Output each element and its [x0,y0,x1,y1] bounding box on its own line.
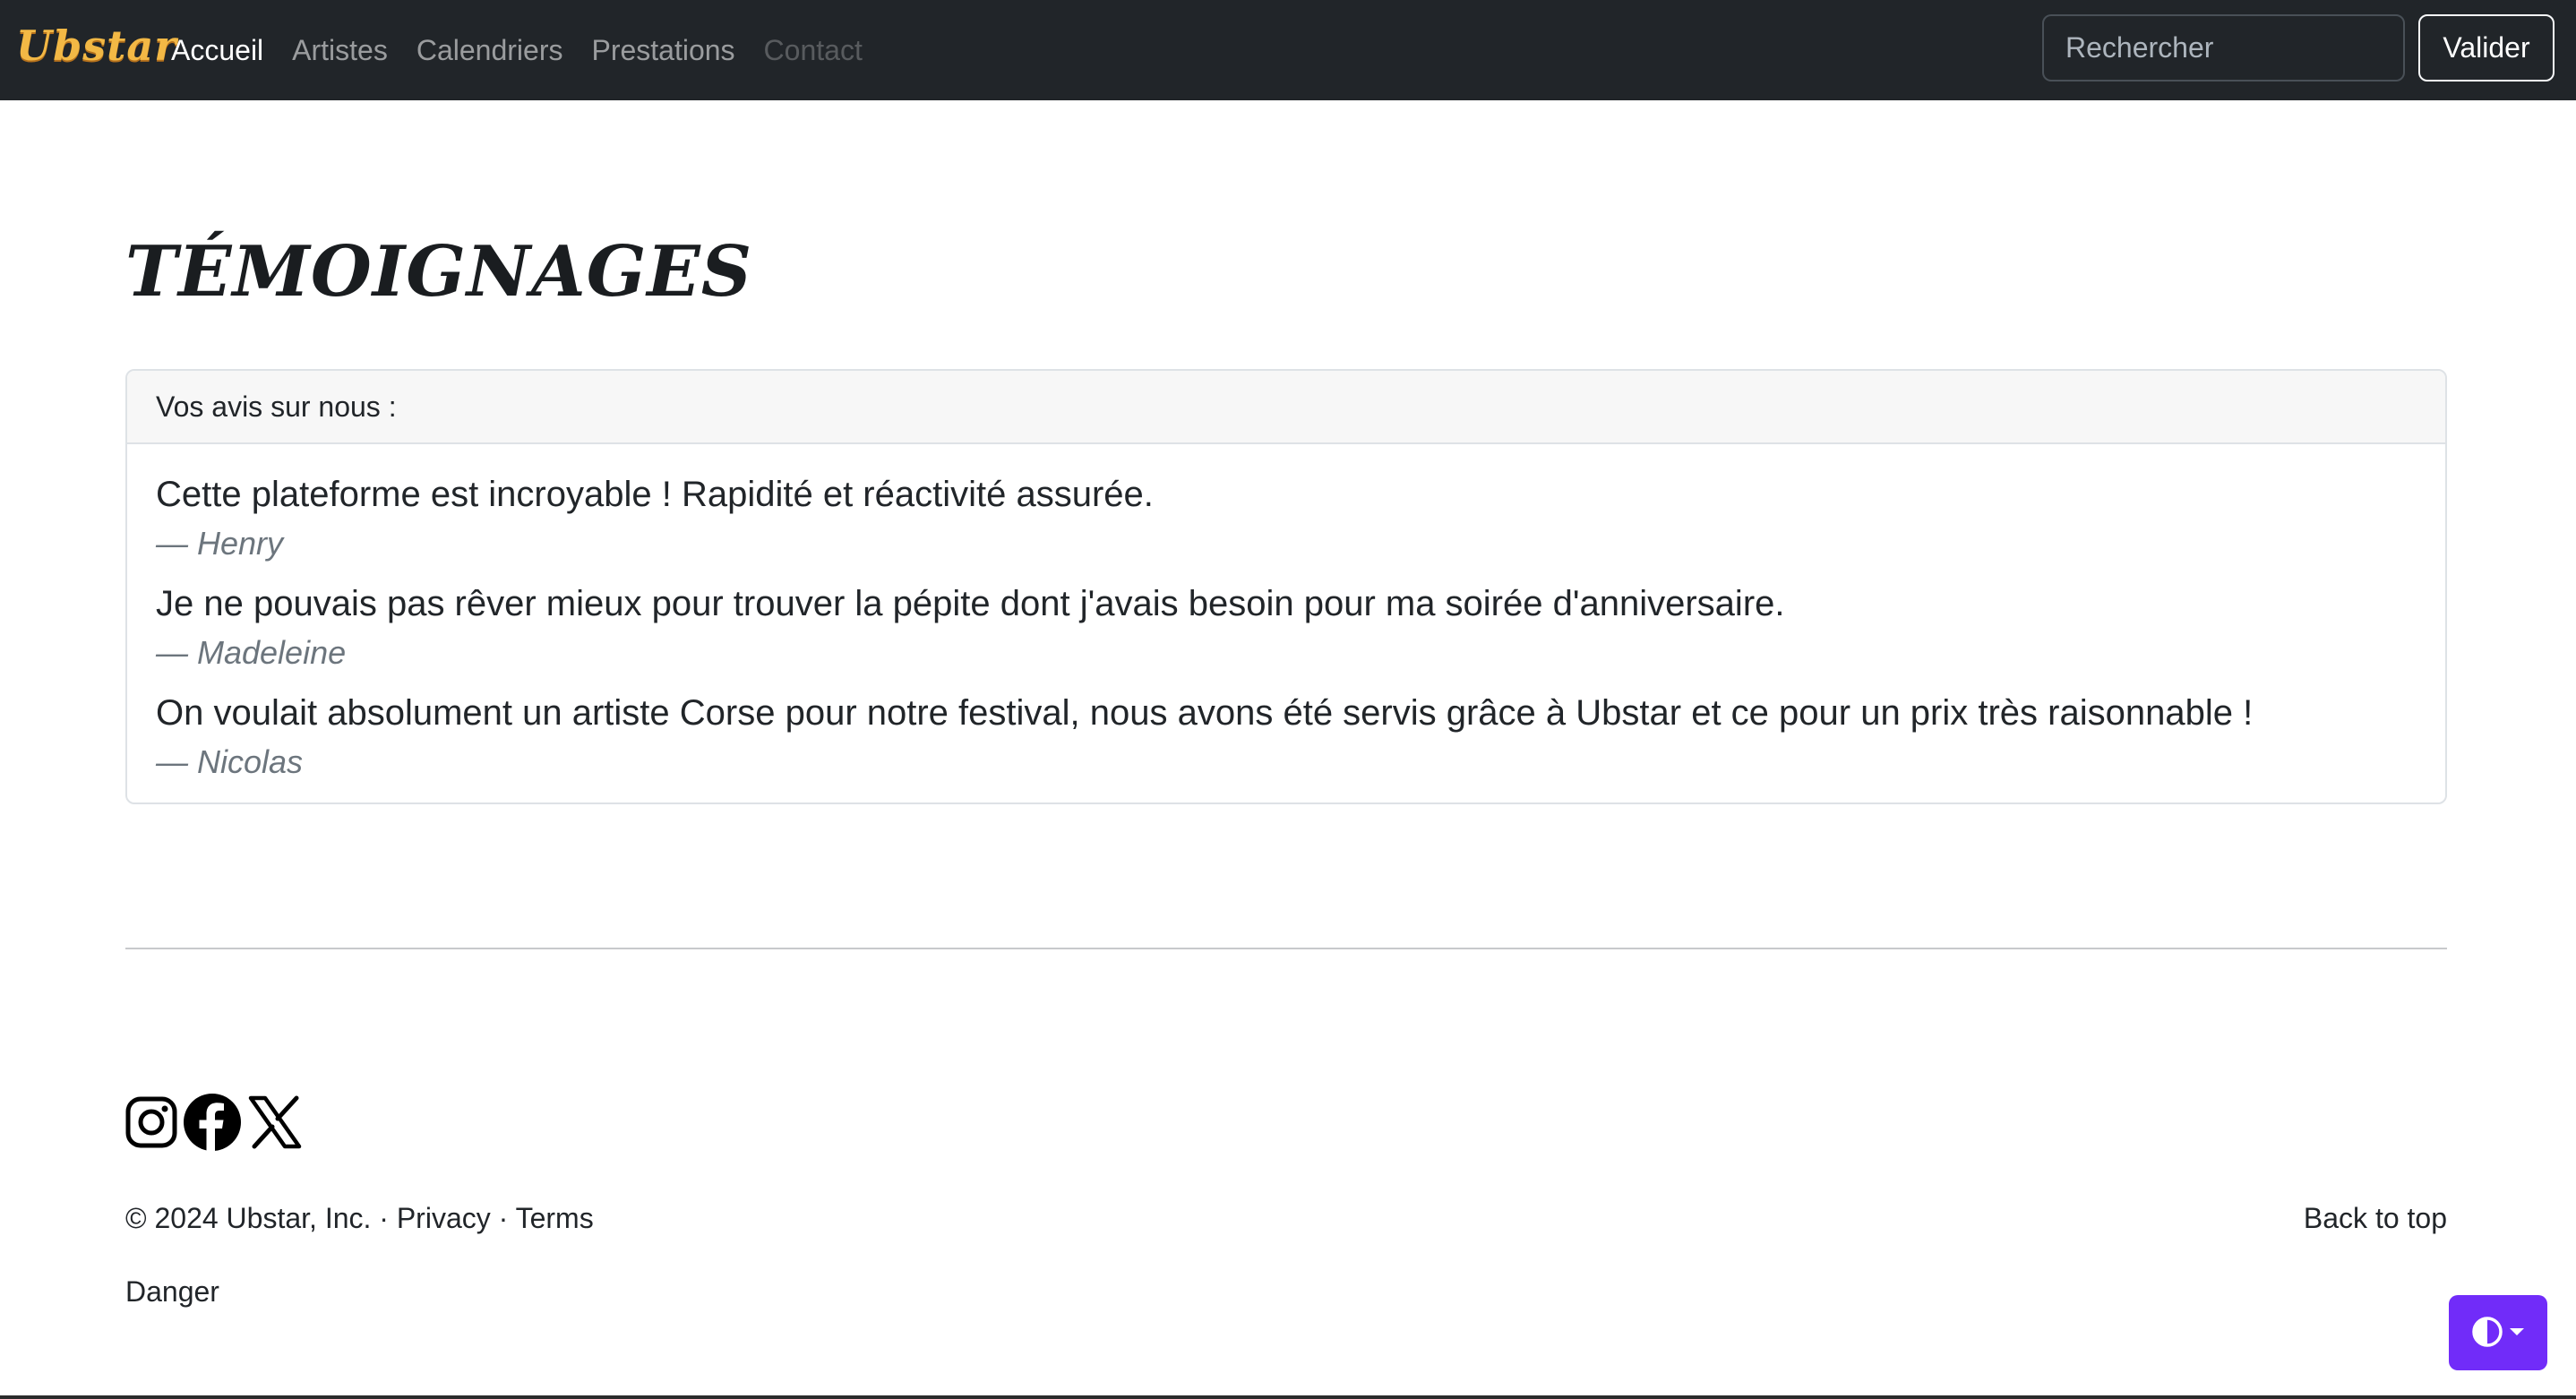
testimonial-quote: On voulait absolument un artiste Corse p… [156,693,2254,733]
x-icon[interactable] [247,1094,303,1154]
search-submit-button[interactable]: Valider [2418,14,2555,82]
nav-link-contact: Contact [763,33,863,66]
testimonial-author: — Nicolas [156,743,304,780]
testimonial-author: — Madeleine [156,634,347,671]
separator: · [490,1202,516,1234]
copyright-text: © 2024 Ubstar, Inc. [125,1202,372,1234]
testimonial-item: On voulait absolument un artiste Corse p… [156,691,2417,781]
testimonial-quote: Je ne pouvais pas rêver mieux pour trouv… [156,584,1785,623]
nav-link-artistes[interactable]: Artistes [292,34,388,67]
back-to-top-link[interactable]: Back to top [2304,1202,2447,1235]
search-input[interactable] [2042,14,2405,82]
social-links [125,1093,308,1156]
nav-links: Accueil Artistes Calendriers Prestations… [171,0,891,100]
danger-text: Danger [125,1275,219,1308]
brand-logo[interactable]: Ubstar [16,21,176,70]
testimonial-author: — Henry [156,525,284,562]
terms-link[interactable]: Terms [516,1202,594,1234]
page-title: TÉMOIGNAGES [125,231,753,313]
nav-link-accueil[interactable]: Accueil [171,34,263,67]
footer-divider [125,948,2447,949]
testimonial-quote: Cette plateforme est incroyable ! Rapidi… [156,475,1154,514]
testimonial-item: Je ne pouvais pas rêver mieux pour trouv… [156,582,2417,672]
testimonial-item: Cette plateforme est incroyable ! Rapidi… [156,473,2417,562]
facebook-icon[interactable] [183,1093,242,1156]
nav-link-calendriers[interactable]: Calendriers [416,34,563,67]
separator: · [371,1202,397,1234]
card-header: Vos avis sur nous : [127,371,2445,444]
window-bottom-edge [0,1395,2576,1399]
testimonials-card: Vos avis sur nous : Cette plateforme est… [125,369,2447,804]
half-circle-contrast-icon [2471,1316,2503,1351]
chevron-down-icon [2509,1326,2525,1340]
copyright-line: © 2024 Ubstar, Inc. · Privacy · Terms [125,1202,594,1235]
theme-toggle-button[interactable] [2449,1295,2547,1370]
top-navbar: Ubstar Accueil Artistes Calendriers Pres… [0,0,2576,100]
instagram-icon[interactable] [125,1096,177,1153]
nav-link-prestations[interactable]: Prestations [591,34,734,67]
privacy-link[interactable]: Privacy [397,1202,491,1234]
card-body: Cette plateforme est incroyable ! Rapidi… [127,444,2445,781]
